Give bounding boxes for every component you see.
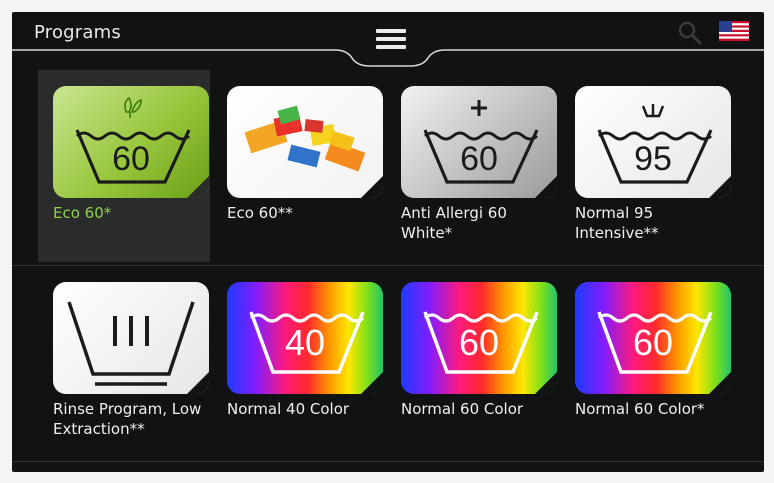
intensive-95-icon: 95 <box>575 86 731 198</box>
program-label: Anti Allergi 60 White* <box>401 204 507 242</box>
temperature-label: 95 <box>634 140 672 178</box>
program-label: Eco 60* <box>53 204 112 222</box>
menu-line-icon <box>376 37 406 41</box>
color-60-star-icon: 60 <box>575 282 731 394</box>
program-label: Normal 95 Intensive** <box>575 204 659 242</box>
lego-bricks-image <box>227 86 383 198</box>
program-tile-anti-allergi-60[interactable]: 60 Anti Allergi 60 White* <box>386 70 558 262</box>
program-tile-eco-60[interactable]: 60 Eco 60* <box>38 70 210 262</box>
program-label: Eco 60** <box>227 204 293 222</box>
program-label: Normal 60 Color* <box>575 400 705 418</box>
temperature-label: 60 <box>632 322 674 363</box>
temperature-label: 60 <box>112 140 150 178</box>
program-label: Rinse Program, Low Extraction** <box>53 400 202 438</box>
device-frame: Programs 60 Eco 60* Eco 60** 60 Anti All… <box>0 0 774 483</box>
menu-line-icon <box>376 29 406 33</box>
program-label: Normal 60 Color <box>401 400 524 418</box>
eco-60-leaf-icon: 60 <box>53 86 209 198</box>
program-tile-eco-60-2[interactable]: Eco 60** <box>212 70 384 262</box>
menu-line-icon <box>376 45 406 49</box>
program-tile-normal-40-color[interactable]: 40 Normal 40 Color <box>212 266 384 458</box>
temperature-label: 60 <box>460 140 498 178</box>
menu-button[interactable] <box>361 22 419 60</box>
color-60-icon: 60 <box>401 282 557 394</box>
program-label: Normal 40 Color <box>227 400 350 418</box>
screen: Programs 60 Eco 60* Eco 60** 60 Anti All… <box>12 12 764 472</box>
row-divider <box>12 461 764 462</box>
rinse-icon <box>53 282 209 394</box>
anti-allergy-plus-icon: 60 <box>401 86 557 198</box>
top-bar: Programs <box>12 12 764 70</box>
program-grid: 60 Eco 60* Eco 60** 60 Anti Allergi 60 W… <box>12 70 764 472</box>
page-title: Programs <box>34 22 121 43</box>
temperature-label: 40 <box>284 322 326 363</box>
color-40-icon: 40 <box>227 282 383 394</box>
search-icon[interactable] <box>677 20 703 46</box>
us-flag-icon[interactable] <box>719 21 749 41</box>
program-tile-rinse[interactable]: Rinse Program, Low Extraction** <box>38 266 210 458</box>
program-tile-normal-60-color[interactable]: 60 Normal 60 Color <box>386 266 558 458</box>
temperature-label: 60 <box>458 322 500 363</box>
program-tile-normal-60-color-star[interactable]: 60 Normal 60 Color* <box>560 266 732 458</box>
program-tile-normal-95[interactable]: 95 Normal 95 Intensive** <box>560 70 732 262</box>
